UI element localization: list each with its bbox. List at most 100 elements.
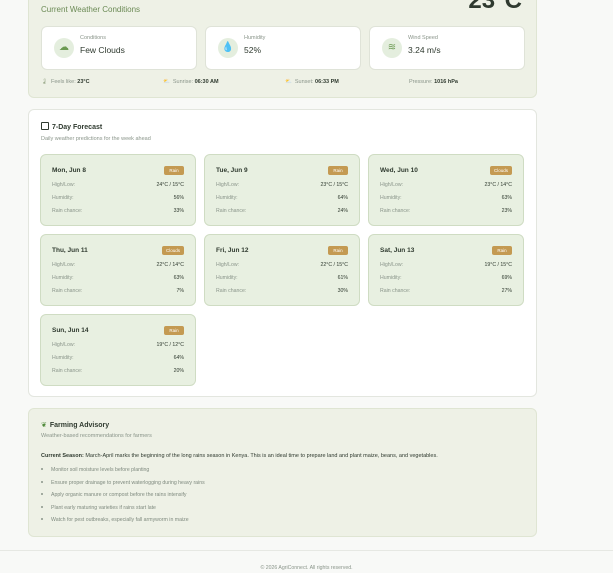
highlow-label: High/Low: — [52, 342, 76, 348]
day-name: Tue, Jun 9 — [216, 167, 248, 174]
list-item: Monitor soil moisture levels before plan… — [41, 467, 205, 480]
day-name: Sun, Jun 14 — [52, 327, 89, 334]
current-season: Current Season: March-April marks the be… — [41, 453, 438, 459]
bullet-icon — [41, 468, 43, 470]
rain-label: Rain chance: — [52, 208, 83, 214]
rain-label: Rain chance: — [380, 288, 411, 294]
current-weather-title: Current Weather Conditions — [41, 5, 141, 14]
advisory-title: ❦ Farming Advisory — [41, 421, 109, 429]
droplets-icon: 💧 — [218, 38, 238, 58]
highlow-row: High/Low: 19°C / 15°C — [380, 262, 512, 268]
humidity-row: Humidity: 64% — [216, 195, 348, 201]
highlow-value: 23°C / 14°C — [484, 182, 512, 188]
feels-like-value: 23°C — [77, 79, 90, 85]
pressure-label: Pressure: — [409, 79, 433, 85]
humidity-label: Humidity — [244, 35, 266, 41]
sunrise-value: 06:30 AM — [194, 79, 219, 85]
weather-badge: Rain — [328, 166, 348, 175]
current-weather-panel: Current Weather Conditions 23°C ☁ Condit… — [28, 0, 537, 98]
rain-row: Rain chance: 24% — [216, 208, 348, 214]
tip-text: Apply organic manure or compost before t… — [51, 492, 187, 499]
forecast-day-card: Wed, Jun 10 Clouds High/Low: 23°C / 14°C … — [368, 154, 524, 226]
forecast-title-text: 7-Day Forecast — [52, 124, 103, 131]
humidity-value: 61% — [337, 275, 348, 281]
humidity-label: Humidity: — [380, 275, 402, 281]
current-temperature: 23°C — [468, 0, 522, 14]
advisory-subtitle: Weather-based recommendations for farmer… — [41, 433, 152, 439]
humidity-value: 64% — [173, 355, 184, 361]
advisory-tips: Monitor soil moisture levels before plan… — [41, 467, 205, 530]
conditions-label: Conditions — [80, 35, 106, 41]
highlow-value: 24°C / 15°C — [156, 182, 184, 188]
humidity-label: Humidity: — [380, 195, 402, 201]
weather-badge: Rain — [164, 166, 184, 175]
highlow-row: High/Low: 24°C / 15°C — [52, 182, 184, 188]
rain-label: Rain chance: — [216, 288, 247, 294]
day-name: Fri, Jun 12 — [216, 247, 249, 254]
highlow-row: High/Low: 23°C / 15°C — [216, 182, 348, 188]
day-name: Mon, Jun 8 — [52, 167, 86, 174]
rain-value: 7% — [176, 288, 185, 294]
forecast-day-card: Mon, Jun 8 Rain High/Low: 24°C / 15°C Hum… — [40, 154, 196, 226]
highlow-label: High/Low: — [52, 262, 76, 268]
humidity-value: 63% — [501, 195, 512, 201]
cloud-icon: ☁ — [54, 38, 74, 58]
season-label: Current Season: — [41, 453, 84, 459]
highlow-value: 19°C / 15°C — [484, 262, 512, 268]
humidity-value: 64% — [337, 195, 348, 201]
forecast-title: 7-Day Forecast — [41, 122, 102, 131]
highlow-row: High/Low: 19°C / 12°C — [52, 342, 184, 348]
forecast-panel: 7-Day Forecast Daily weather predictions… — [28, 109, 537, 397]
sunrise: ⛅ Sunrise: 06:30 AM — [163, 79, 219, 85]
forecast-day-card: Thu, Jun 11 Clouds High/Low: 22°C / 14°C … — [40, 234, 196, 306]
weather-badge: Rain — [328, 246, 348, 255]
humidity-card: 💧 Humidity 52% — [205, 26, 361, 70]
tip-text: Monitor soil moisture levels before plan… — [51, 467, 150, 473]
highlow-label: High/Low: — [52, 182, 76, 188]
calendar-icon — [41, 122, 49, 130]
humidity-row: Humidity: 56% — [52, 195, 184, 201]
humidity-label: Humidity: — [216, 195, 238, 201]
humidity-row: Humidity: 64% — [52, 355, 184, 361]
highlow-value: 19°C / 12°C — [156, 342, 184, 348]
forecast-day-card: Sat, Jun 13 Rain High/Low: 19°C / 15°C Hu… — [368, 234, 524, 306]
wind-value: 3.24 m/s — [408, 45, 441, 55]
humidity-row: Humidity: 63% — [52, 275, 184, 281]
weather-badge: Rain — [492, 246, 512, 255]
humidity-label: Humidity: — [52, 355, 74, 361]
pressure-value: 1016 hPa — [434, 79, 458, 85]
tip-text: Watch for pest outbreaks, especially fal… — [51, 517, 189, 524]
list-item: Apply organic manure or compost before t… — [41, 492, 205, 505]
wind-card: ≋ Wind Speed 3.24 m/s — [369, 26, 525, 70]
sprout-icon: ❦ — [41, 422, 47, 429]
sunset-label: Sunset: — [294, 79, 314, 85]
rain-row: Rain chance: 27% — [380, 288, 512, 294]
bullet-icon — [41, 493, 43, 496]
wind-icon: ≋ — [382, 38, 402, 58]
humidity-row: Humidity: 61% — [216, 275, 348, 281]
rain-label: Rain chance: — [380, 208, 411, 214]
humidity-value: 63% — [173, 275, 184, 281]
weather-badge: Clouds — [489, 166, 512, 175]
humidity-label: Humidity: — [52, 275, 74, 281]
rain-value: 20% — [173, 368, 184, 374]
forecast-day-card: Fri, Jun 12 Rain High/Low: 22°C / 15°C Hu… — [204, 234, 360, 306]
forecast-subtitle: Daily weather predictions for the week a… — [41, 136, 151, 142]
rain-row: Rain chance: 23% — [380, 208, 512, 214]
humidity-value: 52% — [244, 45, 262, 55]
highlow-label: High/Low: — [216, 182, 240, 188]
rain-row: Rain chance: 7% — [52, 288, 184, 294]
sunset-value: 06:33 PM — [315, 79, 339, 85]
weather-badge: Rain — [164, 326, 184, 335]
rain-row: Rain chance: 20% — [52, 368, 184, 374]
highlow-row: High/Low: 22°C / 14°C — [52, 262, 184, 268]
humidity-value: 69% — [501, 275, 512, 281]
highlow-value: 22°C / 15°C — [320, 262, 348, 268]
sunset-icon: ⛅ — [285, 79, 292, 85]
humidity-value: 56% — [173, 195, 184, 201]
highlow-label: High/Low: — [380, 182, 404, 188]
conditions-value: Few Clouds — [80, 45, 125, 55]
bullet-icon — [41, 518, 43, 521]
day-name: Wed, Jun 10 — [380, 167, 418, 174]
rain-label: Rain chance: — [216, 208, 247, 214]
